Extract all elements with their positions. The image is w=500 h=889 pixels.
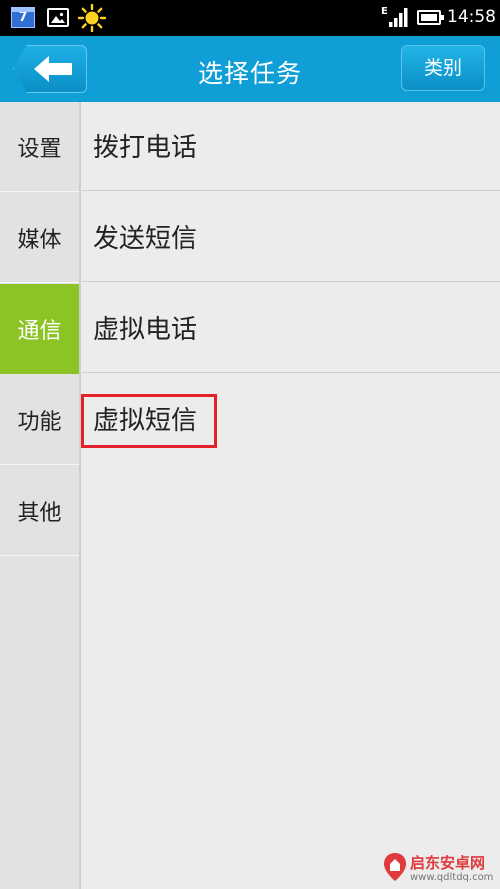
title-bar: 选择任务 类别	[0, 36, 500, 102]
sidebar-item-settings[interactable]: 设置	[0, 102, 79, 192]
status-bar: 7 E 14:58	[0, 0, 500, 36]
battery-icon	[417, 10, 444, 25]
category-button[interactable]: 类别	[401, 45, 485, 91]
sidebar-item-communication[interactable]: 通信	[0, 284, 79, 374]
clock: 14:58	[447, 7, 496, 27]
sidebar-item-other[interactable]: 其他	[0, 466, 79, 556]
calendar-icon: 7	[11, 7, 35, 28]
watermark-url: www.qdltdq.com	[410, 872, 494, 883]
watermark-logo-icon	[384, 853, 406, 881]
task-fake-call[interactable]: 虚拟电话	[82, 284, 500, 373]
weather-sun-icon	[78, 4, 106, 32]
gallery-icon	[47, 8, 69, 27]
task-make-call[interactable]: 拨打电话	[82, 102, 500, 191]
task-fake-sms[interactable]: 虚拟短信	[82, 375, 500, 464]
sidebar-item-media[interactable]: 媒体	[0, 193, 79, 283]
sidebar-item-features[interactable]: 功能	[0, 375, 79, 465]
task-send-sms[interactable]: 发送短信	[82, 193, 500, 282]
signal-icon: E	[381, 6, 408, 27]
network-type-label: E	[381, 6, 388, 17]
category-sidebar: 设置 媒体 通信 功能 其他	[0, 102, 81, 889]
watermark-name: 启东安卓网	[410, 854, 486, 872]
